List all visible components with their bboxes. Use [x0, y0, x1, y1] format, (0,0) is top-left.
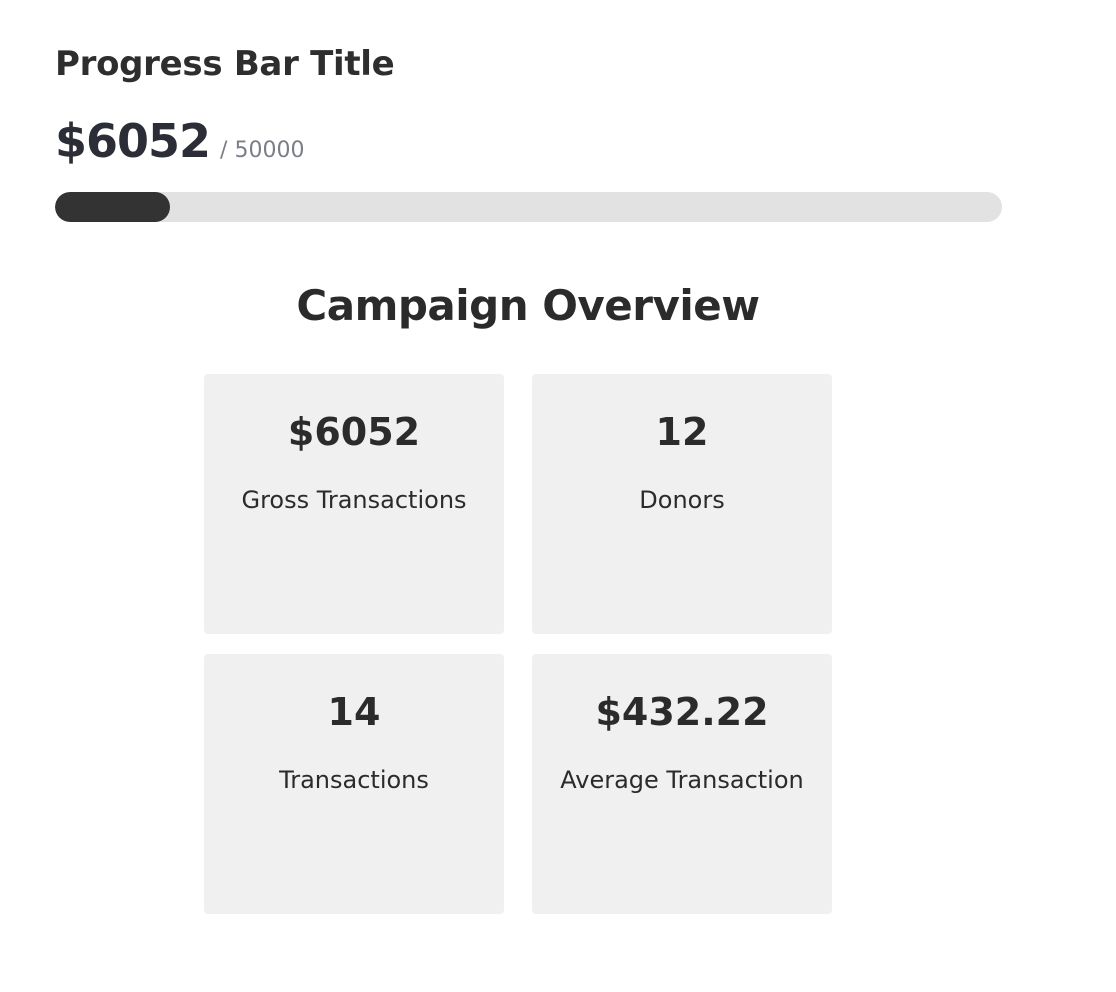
stat-card-transactions: 14 Transactions — [204, 654, 504, 914]
stat-label: Donors — [639, 486, 725, 514]
stat-card-average-transaction: $432.22 Average Transaction — [532, 654, 832, 914]
campaign-overview-title: Campaign Overview — [296, 281, 760, 330]
progress-bar — [55, 192, 1002, 222]
stat-label: Transactions — [279, 766, 429, 794]
stat-value: $432.22 — [595, 690, 769, 734]
progress-section: Progress Bar Title $6052 / 50000 — [55, 40, 1002, 222]
amount-goal: / 50000 — [220, 138, 305, 163]
stats-grid: $6052 Gross Transactions 12 Donors 14 Tr… — [204, 374, 832, 914]
stat-card-gross-transactions: $6052 Gross Transactions — [204, 374, 504, 634]
amount-raised: $6052 — [55, 114, 211, 168]
progress-title: Progress Bar Title — [55, 44, 395, 84]
stat-label: Gross Transactions — [241, 486, 467, 514]
stat-value: 12 — [655, 410, 709, 454]
stat-value: 14 — [327, 690, 381, 734]
stat-card-donors: 12 Donors — [532, 374, 832, 634]
progress-bar-fill — [55, 192, 170, 222]
progress-amount-row: $6052 / 50000 — [55, 114, 1002, 170]
stat-label: Average Transaction — [560, 766, 804, 794]
stat-value: $6052 — [287, 410, 421, 454]
